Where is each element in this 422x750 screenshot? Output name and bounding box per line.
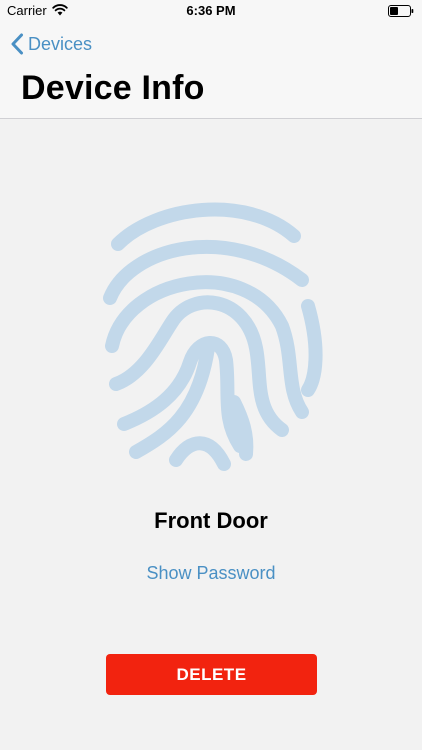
delete-button[interactable]: DELETE [106, 654, 317, 695]
status-time: 6:36 PM [186, 3, 236, 18]
page-title: Device Info [21, 69, 205, 107]
status-bar: Carrier 6:36 PM [0, 0, 422, 22]
chevron-left-icon [11, 33, 23, 55]
battery-icon [388, 5, 414, 17]
device-info-screen: Carrier 6:36 PM Devices Device Info Fron… [0, 0, 422, 750]
back-button[interactable]: Devices [10, 30, 92, 58]
show-password-link[interactable]: Show Password [0, 563, 422, 584]
back-button-label: Devices [28, 33, 93, 54]
fingerprint-icon [103, 202, 323, 471]
navigation-bar: Devices Device Info [0, 22, 422, 119]
device-name: Front Door [154, 508, 268, 533]
